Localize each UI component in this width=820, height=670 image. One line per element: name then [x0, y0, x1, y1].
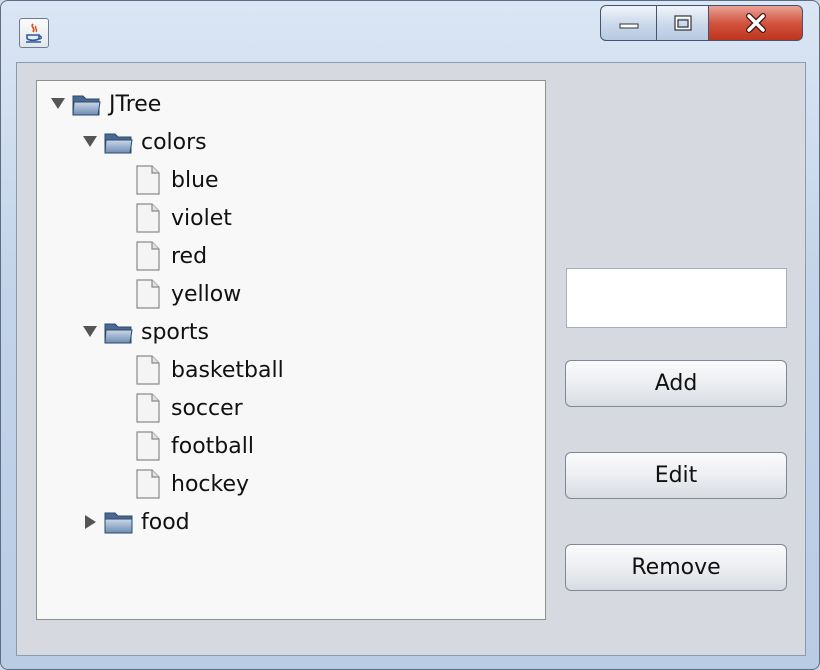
tree-node-label: colors	[141, 129, 207, 155]
file-icon	[136, 279, 160, 309]
expand-arrow-icon[interactable]	[49, 95, 67, 113]
file-icon	[136, 393, 160, 423]
open-folder-icon	[104, 133, 133, 154]
closed-folder-icon	[104, 512, 133, 534]
open-folder-icon	[104, 323, 133, 344]
tree-node-label: basketball	[171, 357, 284, 383]
tree-leaf-blue[interactable]: blue	[135, 163, 219, 197]
tree-node-label: violet	[171, 205, 232, 231]
app-window: JTree colors blue violet red yellow sports bas…	[0, 0, 820, 670]
window-controls	[600, 5, 803, 43]
file-icon	[136, 469, 160, 499]
file-icon	[136, 203, 160, 233]
minimize-icon	[619, 23, 638, 29]
node-name-input[interactable]	[566, 268, 787, 328]
tree-leaf-red[interactable]: red	[135, 239, 207, 273]
minimize-button[interactable]	[600, 5, 657, 41]
tree-node-root[interactable]: JTree	[49, 87, 161, 121]
tree-node-food[interactable]: food	[81, 505, 190, 539]
jtree[interactable]: JTree colors blue violet red yellow sports bas…	[36, 80, 546, 620]
tree-node-label: sports	[141, 319, 210, 345]
tree-node-label: JTree	[109, 91, 162, 117]
java-app-icon[interactable]	[19, 18, 49, 48]
close-icon	[745, 13, 766, 33]
tree-node-label: blue	[171, 167, 219, 193]
remove-button[interactable]: Remove	[565, 544, 787, 591]
tree-leaf-yellow[interactable]: yellow	[135, 277, 241, 311]
tree-leaf-soccer[interactable]: soccer	[135, 391, 243, 425]
tree-node-colors[interactable]: colors	[81, 125, 207, 159]
tree-node-label: red	[171, 243, 208, 269]
title-bar[interactable]	[1, 1, 819, 61]
file-icon	[136, 165, 160, 195]
file-icon	[136, 355, 160, 385]
tree-node-label: football	[171, 433, 254, 459]
close-button[interactable]	[709, 5, 803, 41]
tree-leaf-violet[interactable]: violet	[135, 201, 232, 235]
maximize-button[interactable]	[657, 5, 709, 41]
content-pane: JTree colors blue violet red yellow sports bas…	[16, 62, 806, 656]
tree-node-label: yellow	[171, 281, 242, 307]
maximize-icon	[673, 15, 692, 31]
file-icon	[136, 241, 160, 271]
expand-arrow-icon[interactable]	[81, 133, 99, 151]
collapse-arrow-icon[interactable]	[81, 513, 99, 531]
tree-node-label: food	[141, 509, 190, 535]
tree-leaf-basketball[interactable]: basketball	[135, 353, 284, 387]
add-button[interactable]: Add	[565, 360, 787, 407]
open-folder-icon	[72, 95, 101, 116]
file-icon	[136, 431, 160, 461]
tree-node-label: soccer	[171, 395, 243, 421]
edit-button[interactable]: Edit	[565, 452, 787, 499]
tree-leaf-hockey[interactable]: hockey	[135, 467, 249, 501]
tree-node-label: hockey	[171, 471, 250, 497]
tree-node-sports[interactable]: sports	[81, 315, 209, 349]
expand-arrow-icon[interactable]	[81, 323, 99, 341]
tree-leaf-football[interactable]: football	[135, 429, 254, 463]
